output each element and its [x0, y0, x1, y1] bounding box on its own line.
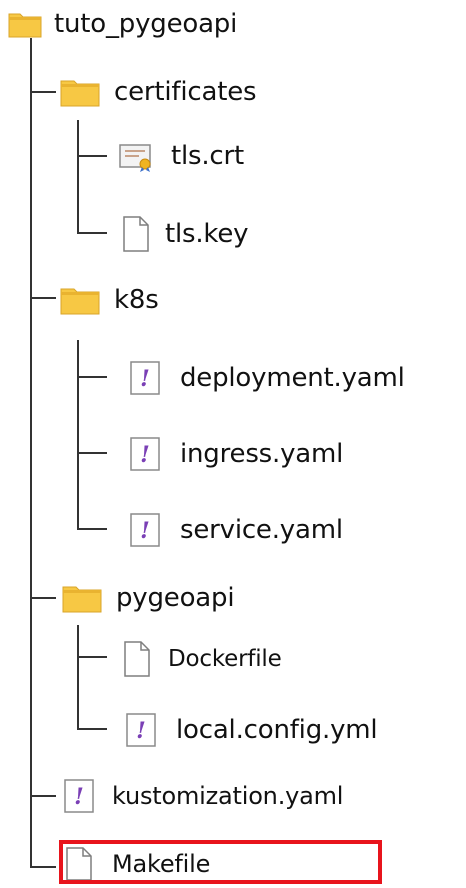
tree-item-label: pygeoapi — [116, 583, 235, 613]
tree-line — [77, 155, 107, 157]
tree-item-tls-crt[interactable]: tls.crt — [117, 134, 244, 178]
tree-line — [77, 625, 79, 728]
tree-item-pygeoapi-folder[interactable]: pygeoapi — [62, 576, 235, 620]
tree-line — [30, 91, 56, 93]
yaml-file-icon: ! — [128, 360, 162, 396]
folder-icon — [60, 284, 100, 316]
yaml-file-icon: ! — [124, 712, 158, 748]
folder-icon — [8, 9, 42, 39]
tree-line — [77, 728, 107, 730]
tree-line — [30, 597, 56, 599]
tree-item-tls-key[interactable]: tls.key — [121, 212, 249, 256]
tree-item-label: tuto_pygeoapi — [54, 9, 238, 39]
tree-line — [77, 452, 107, 454]
certificate-file-icon — [117, 139, 157, 173]
tree-line — [77, 232, 107, 234]
tree-item-label: Dockerfile — [168, 646, 282, 672]
file-icon — [121, 216, 151, 252]
tree-item-label: tls.crt — [171, 141, 245, 171]
tree-item-root-folder[interactable]: tuto_pygeoapi — [8, 2, 237, 46]
file-tree: tuto_pygeoapi certificates tls.crt tls.k… — [0, 0, 466, 888]
tree-item-label: kustomization.yaml — [112, 782, 344, 810]
tree-item-deployment-yaml[interactable]: ! deployment.yaml — [128, 356, 405, 400]
tree-line — [77, 340, 79, 528]
tree-item-kustomization-yaml[interactable]: ! kustomization.yaml — [62, 774, 343, 818]
tree-line — [30, 38, 32, 866]
tree-item-label: ingress.yaml — [180, 439, 344, 469]
svg-text:!: ! — [140, 442, 150, 468]
tree-item-ingress-yaml[interactable]: ! ingress.yaml — [128, 432, 343, 476]
yaml-file-icon: ! — [128, 436, 162, 472]
tree-item-dockerfile[interactable]: Dockerfile — [122, 637, 282, 681]
tree-line — [30, 297, 56, 299]
tree-item-label: local.config.yml — [176, 715, 378, 745]
tree-line — [30, 795, 56, 797]
folder-icon — [62, 582, 102, 614]
tree-item-label: tls.key — [165, 219, 249, 249]
tree-item-service-yaml[interactable]: ! service.yaml — [128, 508, 343, 552]
tree-line — [77, 656, 107, 658]
yaml-file-icon: ! — [62, 778, 96, 814]
svg-text:!: ! — [74, 784, 84, 810]
tree-line — [77, 528, 107, 530]
tree-item-k8s-folder[interactable]: k8s — [60, 278, 159, 322]
tree-line — [77, 120, 79, 232]
tree-line — [30, 866, 56, 868]
tree-item-label: deployment.yaml — [180, 363, 405, 393]
svg-text:!: ! — [140, 518, 150, 544]
tree-item-label: k8s — [114, 285, 159, 315]
yaml-file-icon: ! — [128, 512, 162, 548]
svg-text:!: ! — [140, 366, 150, 392]
tree-item-local-config-yml[interactable]: ! local.config.yml — [124, 708, 378, 752]
tree-item-label: certificates — [114, 77, 257, 107]
tree-item-certificates-folder[interactable]: certificates — [60, 70, 257, 114]
svg-text:!: ! — [136, 718, 146, 744]
tree-item-makefile[interactable]: Makefile — [64, 842, 210, 886]
tree-line — [77, 376, 107, 378]
tree-item-label: Makefile — [112, 850, 211, 878]
file-icon — [122, 641, 152, 677]
file-icon — [64, 847, 94, 881]
tree-item-label: service.yaml — [180, 515, 343, 545]
folder-icon — [60, 76, 100, 108]
